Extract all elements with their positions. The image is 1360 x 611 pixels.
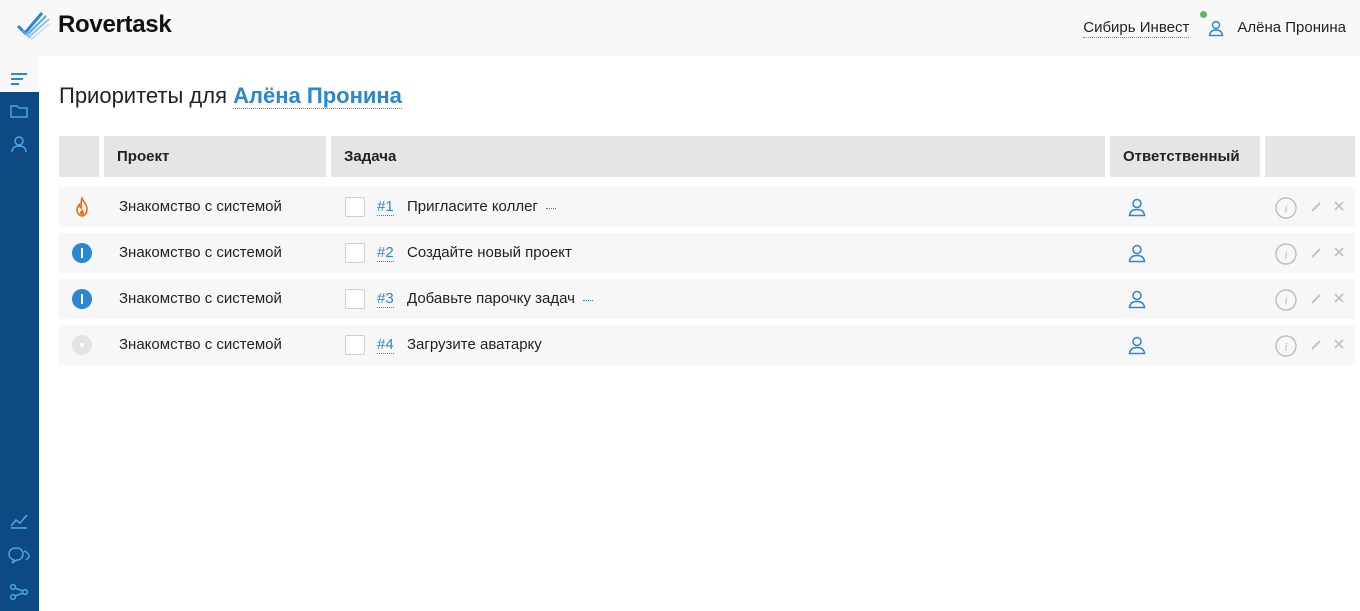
info-icon[interactable]: i [1275, 197, 1297, 219]
svg-text:i: i [1284, 248, 1287, 262]
project-name: Знакомство с системой [119, 198, 282, 215]
table-row[interactable]: Знакомство с системой #3 Добавьте парочку … [59, 279, 1355, 319]
user-icon[interactable] [9, 134, 29, 154]
page-title-prefix: Приоритеты для [59, 83, 228, 108]
share-icon[interactable] [9, 582, 29, 602]
svg-text:i: i [1284, 340, 1287, 354]
assignee-user-icon[interactable] [1127, 243, 1147, 263]
user-name-link[interactable]: Алёна Пронина [1237, 19, 1346, 37]
task-title[interactable]: Пригласите коллег [407, 198, 556, 215]
task-title[interactable]: Загрузите аватарку [407, 336, 542, 353]
page-title-user-link[interactable]: Алёна Пронина [233, 83, 402, 109]
task-checkbox[interactable] [345, 243, 365, 263]
assignee-user-icon[interactable] [1127, 197, 1147, 217]
task-title[interactable]: Создайте новый проект [407, 244, 572, 261]
delete-close-icon[interactable] [1333, 291, 1345, 303]
company-link[interactable]: Сибирь Инвест [1083, 19, 1190, 38]
edit-pencil-icon[interactable] [1310, 200, 1322, 212]
left-sidebar [0, 56, 39, 611]
folder-icon[interactable] [9, 101, 29, 121]
info-icon[interactable]: i [1275, 243, 1297, 265]
task-number-link[interactable]: #3 [377, 290, 394, 308]
table-header-actions [1265, 136, 1355, 177]
table-row[interactable]: Знакомство с системой #2 Создайте новый пр… [59, 233, 1355, 273]
edit-pencil-icon[interactable] [1310, 246, 1322, 258]
chart-icon[interactable] [9, 510, 29, 530]
delete-close-icon[interactable] [1333, 337, 1345, 349]
assignee-user-icon[interactable] [1127, 289, 1147, 309]
user-menu[interactable]: Алёна Пронина [1200, 11, 1346, 37]
info-icon[interactable]: i [1275, 335, 1297, 357]
task-number-link[interactable]: #4 [377, 336, 394, 354]
rovertask-logo-icon [16, 12, 50, 40]
app-logo[interactable]: Rovertask [16, 10, 172, 40]
table-row[interactable]: Знакомство с системой #4 Загрузите аватарк… [59, 325, 1355, 365]
task-checkbox[interactable] [345, 289, 365, 309]
delete-close-icon[interactable] [1333, 245, 1345, 257]
project-name: Знакомство с системой [119, 244, 282, 261]
project-name: Знакомство с системой [119, 336, 282, 353]
chat-icon[interactable] [7, 545, 31, 565]
exclamation-icon[interactable] [72, 289, 92, 309]
priorities-icon[interactable] [9, 69, 29, 89]
task-checkbox[interactable] [345, 197, 365, 217]
table-header-task[interactable]: Задача [331, 136, 1105, 177]
table-header-priority [59, 136, 99, 177]
task-more-toggle[interactable] [545, 199, 556, 209]
top-bar: Rovertask Сибирь Инвест Алёна Пронина [0, 0, 1360, 56]
project-name: Знакомство с системой [119, 290, 282, 307]
info-icon[interactable]: i [1275, 289, 1297, 311]
page-title: Приоритеты для Алёна Пронина [59, 83, 402, 109]
edit-pencil-icon[interactable] [1310, 338, 1322, 350]
fire-icon[interactable] [72, 195, 92, 217]
table-row[interactable]: Знакомство с системой #1 Пригласите коллег… [59, 187, 1355, 227]
app-name: Rovertask [58, 11, 172, 38]
user-icon [1209, 20, 1224, 37]
table-header-assignee[interactable]: Ответственный [1110, 136, 1260, 177]
low-dot-icon[interactable] [72, 335, 92, 355]
task-checkbox[interactable] [345, 335, 365, 355]
task-more-toggle[interactable] [582, 291, 593, 301]
table-header-project[interactable]: Проект [104, 136, 326, 177]
delete-close-icon[interactable] [1333, 199, 1345, 211]
task-number-link[interactable]: #1 [377, 198, 394, 216]
svg-text:i: i [1284, 202, 1287, 216]
edit-pencil-icon[interactable] [1310, 292, 1322, 304]
task-number-link[interactable]: #2 [377, 244, 394, 262]
svg-text:i: i [1284, 294, 1287, 308]
task-title[interactable]: Добавьте парочку задач [407, 290, 593, 307]
online-status-dot [1200, 11, 1208, 18]
assignee-user-icon[interactable] [1127, 335, 1147, 355]
exclamation-icon[interactable] [72, 243, 92, 263]
